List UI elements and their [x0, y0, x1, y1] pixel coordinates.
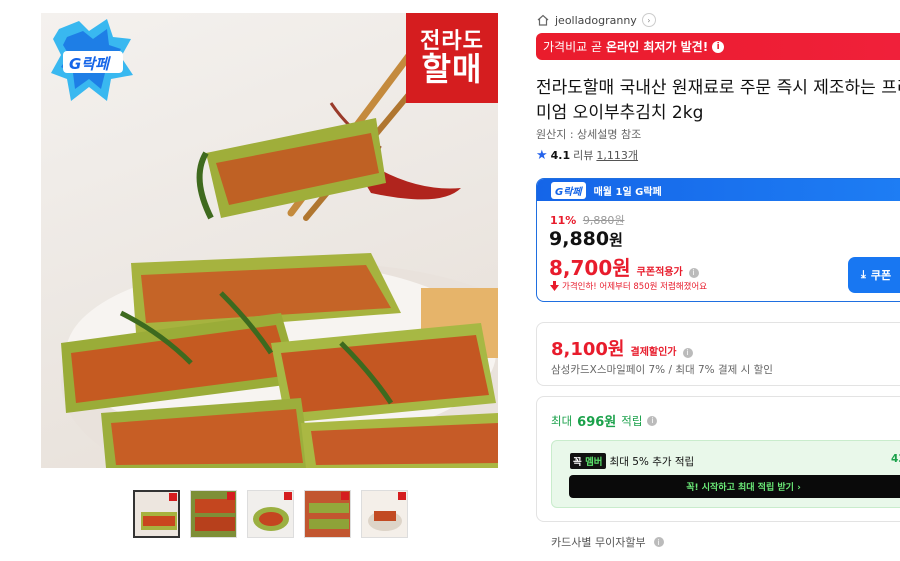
- info-icon[interactable]: i: [647, 415, 658, 426]
- promo-highlight: 온라인 최저가 발견!: [606, 40, 709, 54]
- product-origin: 원산지 : 상세설명 참조: [536, 128, 642, 141]
- points-row: 최대 696원 적립 i: [551, 411, 658, 430]
- coupon-button-label: 쿠폰: [870, 269, 892, 282]
- coupon-price-row: 8,700원 쿠폰적용가 i: [549, 252, 699, 281]
- installment-row[interactable]: 카드사별 무이자할부 i: [551, 534, 664, 550]
- membership-panel: 꼭 멤버 최대 5% 추가 적립 43 꼭! 시작하고 최대 적립 받기 ›: [551, 440, 900, 508]
- coupon-download-button[interactable]: ⤓ 쿠폰: [848, 257, 900, 293]
- home-icon: [537, 14, 549, 26]
- promo-prefix: 가격비교 곧: [543, 40, 603, 54]
- review-count-link[interactable]: 1,113개: [596, 147, 638, 163]
- card-discount-box: 8,100원 결제할인가 i 삼성카드X스마일페이 7% / 최대 7% 결제 …: [536, 322, 900, 386]
- membership-badge-a: 꼭: [573, 457, 582, 468]
- info-icon: i: [712, 40, 725, 53]
- membership-row: 꼭 멤버 최대 5% 추가 적립: [570, 453, 694, 469]
- product-title: 전라도할매 국내산 원재료로 주문 즉시 제조하는 프리 미엄 오이부추김치 2…: [536, 76, 900, 126]
- sale-price-unit: 원: [609, 231, 623, 249]
- sale-price-value: 9,880: [549, 228, 610, 250]
- thumbnail-strip: [133, 490, 408, 538]
- gmarket-deal-badge: G락페: [551, 181, 586, 199]
- card-discount-price-row: 8,100원 결제할인가 i: [551, 335, 693, 361]
- coupon-price-label: 쿠폰적용가: [636, 267, 683, 278]
- membership-badge: 꼭 멤버: [570, 453, 606, 469]
- thumbnail-1[interactable]: [133, 490, 180, 538]
- card-discount-description: 삼성카드X스마일페이 7% / 최대 7% 결제 시 할인: [551, 364, 773, 376]
- card-discount-label: 결제할인가: [630, 347, 677, 358]
- arrow-down-icon: [550, 281, 559, 291]
- thumbnail-3[interactable]: [247, 490, 294, 538]
- seller-name: jeolladogranny: [555, 13, 637, 27]
- points-suffix: 적립: [621, 413, 643, 428]
- sale-price: 9,880원: [549, 228, 623, 250]
- price-drop-text: 가격인하! 어제부터 850원 저렴해졌어요: [562, 282, 708, 292]
- product-main-image[interactable]: G락페 전라도 할매: [41, 13, 498, 468]
- gmarket-badge-text: G락페: [69, 55, 109, 73]
- points-prefix: 최대: [551, 413, 573, 428]
- points-box: 최대 696원 적립 i 꼭 멤버 최대 5% 추가 적립 43 꼭! 시작하고…: [536, 396, 900, 522]
- info-icon[interactable]: i: [653, 537, 664, 547]
- membership-badge-b: 멤버: [585, 457, 603, 468]
- membership-start-button[interactable]: 꼭! 시작하고 최대 적립 받기 ›: [569, 475, 900, 498]
- coupon-price: 8,700원: [549, 256, 631, 280]
- membership-text: 최대 5% 추가 적립: [609, 455, 695, 468]
- card-discount-price: 8,100원: [551, 339, 625, 360]
- chevron-right-icon: ›: [641, 13, 656, 27]
- rating-score: 4.1: [550, 148, 571, 162]
- product-title-line-2: 미엄 오이부추김치 2kg: [536, 103, 704, 123]
- points-amount: 696원: [577, 415, 617, 430]
- brand-logo: 전라도 할매: [406, 13, 498, 103]
- deal-header: G락페 매월 1일 G락페: [537, 179, 900, 201]
- discount-row: 11% 9,880원: [550, 212, 624, 228]
- gmarket-deal-card: G락페 매월 1일 G락페 11% 9,880원 9,880원 8,700원 쿠…: [536, 178, 900, 302]
- info-icon[interactable]: i: [682, 347, 693, 358]
- info-icon[interactable]: i: [688, 267, 699, 278]
- lowest-price-banner[interactable]: 가격비교 곧 온라인 최저가 발견! i: [536, 33, 900, 60]
- thumbnail-2[interactable]: [190, 490, 237, 538]
- membership-value: 43: [891, 453, 900, 465]
- star-icon: ★: [536, 147, 548, 163]
- original-price: 9,880원: [582, 214, 625, 227]
- price-drop-notice: 가격인하! 어제부터 850원 저렴해졌어요: [550, 280, 707, 292]
- review-label: 리뷰: [573, 149, 594, 162]
- seller-link[interactable]: jeolladogranny ›: [536, 13, 656, 27]
- deal-header-text: 매월 1일 G락페: [593, 186, 662, 198]
- product-title-line-1: 전라도할매 국내산 원재료로 주문 즉시 제조하는 프리: [536, 78, 900, 98]
- discount-percent: 11%: [550, 214, 577, 227]
- download-icon: ⤓: [861, 268, 866, 281]
- installment-label: 카드사별 무이자할부: [551, 536, 646, 549]
- thumbnail-5[interactable]: [361, 490, 408, 538]
- rating-summary[interactable]: ★ 4.1 리뷰 1,113개: [536, 147, 638, 163]
- brand-line-2: 할매: [421, 49, 483, 88]
- thumbnail-4[interactable]: [304, 490, 351, 538]
- gmarket-festival-badge: G락페: [49, 17, 135, 105]
